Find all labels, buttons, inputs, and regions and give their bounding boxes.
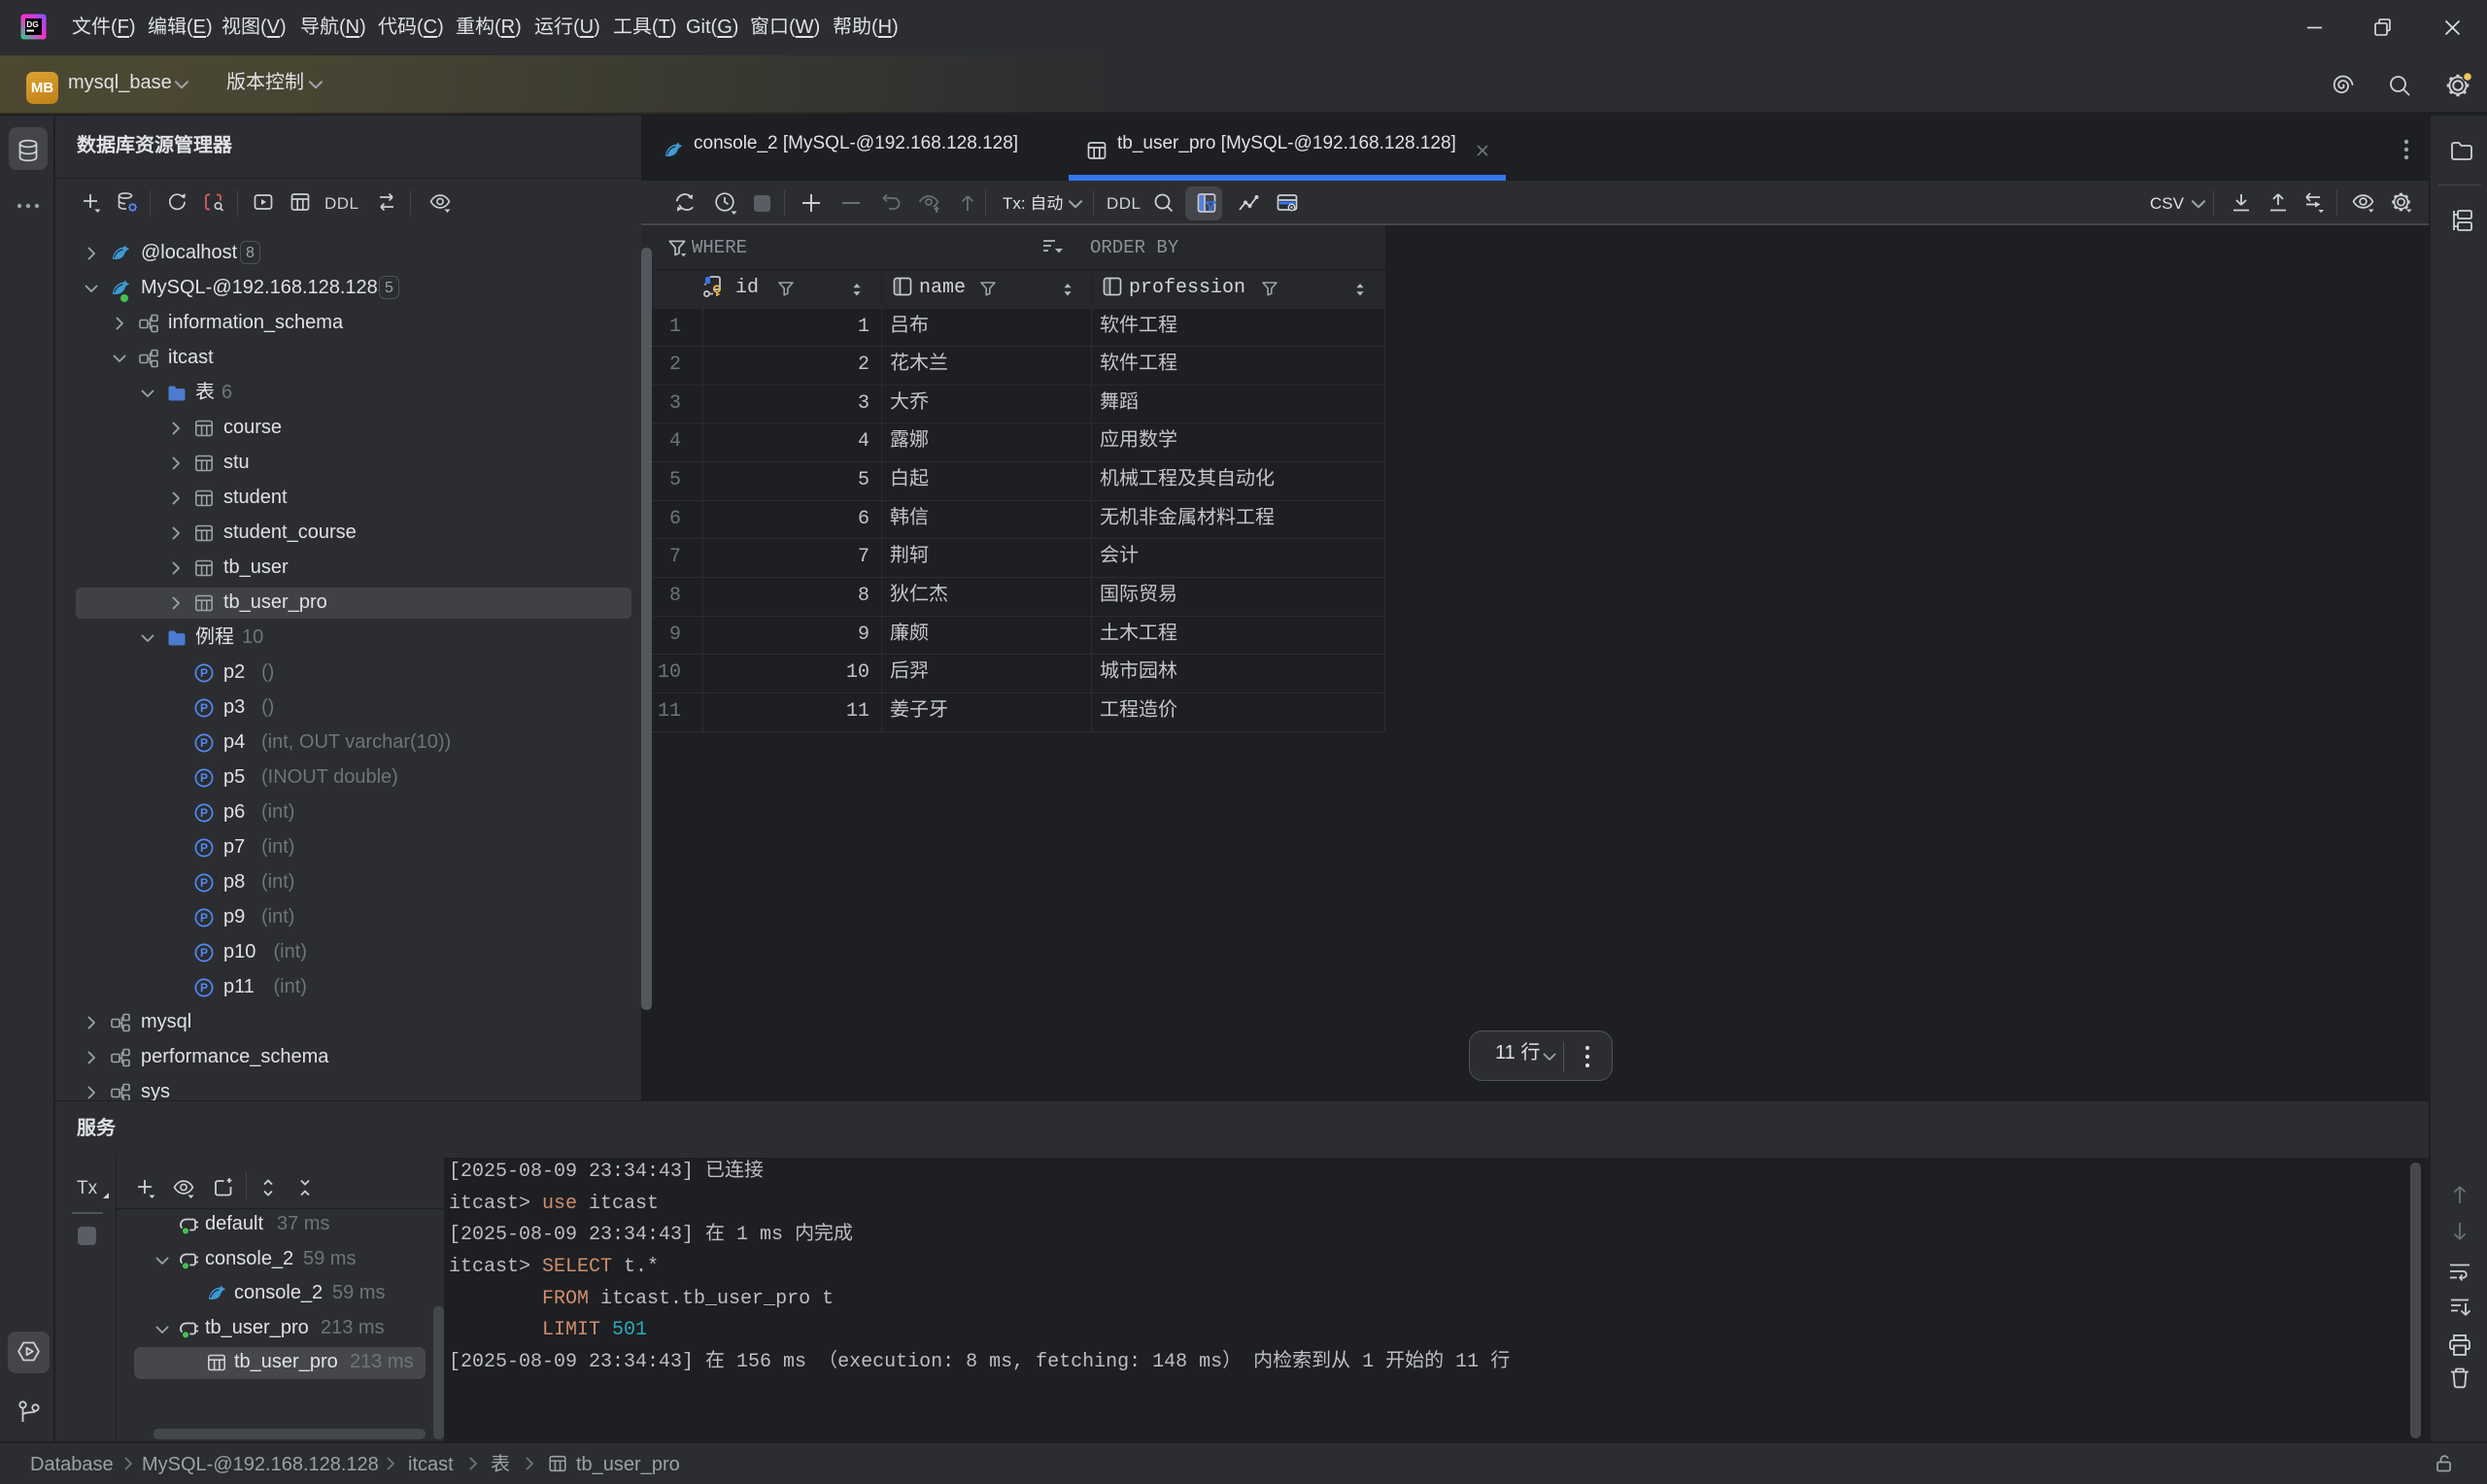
svg-text:P: P bbox=[200, 771, 208, 785]
svg-text:P: P bbox=[200, 876, 208, 890]
svg-text:P: P bbox=[200, 911, 208, 925]
svg-text:P: P bbox=[200, 806, 208, 820]
svg-text:DG: DG bbox=[26, 19, 39, 29]
svg-text:P: P bbox=[200, 701, 208, 715]
svg-text:P: P bbox=[200, 981, 208, 995]
svg-text:P: P bbox=[200, 946, 208, 960]
svg-text:P: P bbox=[200, 666, 208, 680]
svg-text:P: P bbox=[200, 841, 208, 855]
svg-text:P: P bbox=[200, 736, 208, 750]
